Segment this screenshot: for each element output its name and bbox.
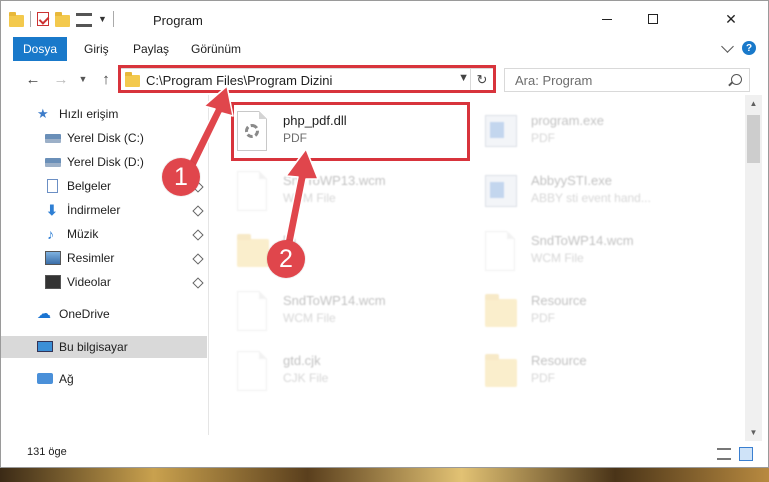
file-explorer-window: ▼ Program ✕ Dosya Giriş Paylaş Görünüm ?… bbox=[0, 0, 769, 468]
step-1-badge: 1 bbox=[162, 158, 200, 196]
arrow-2-icon bbox=[283, 148, 319, 250]
step-2-badge: 2 bbox=[267, 240, 305, 278]
annotation-arrows bbox=[182, 85, 319, 250]
